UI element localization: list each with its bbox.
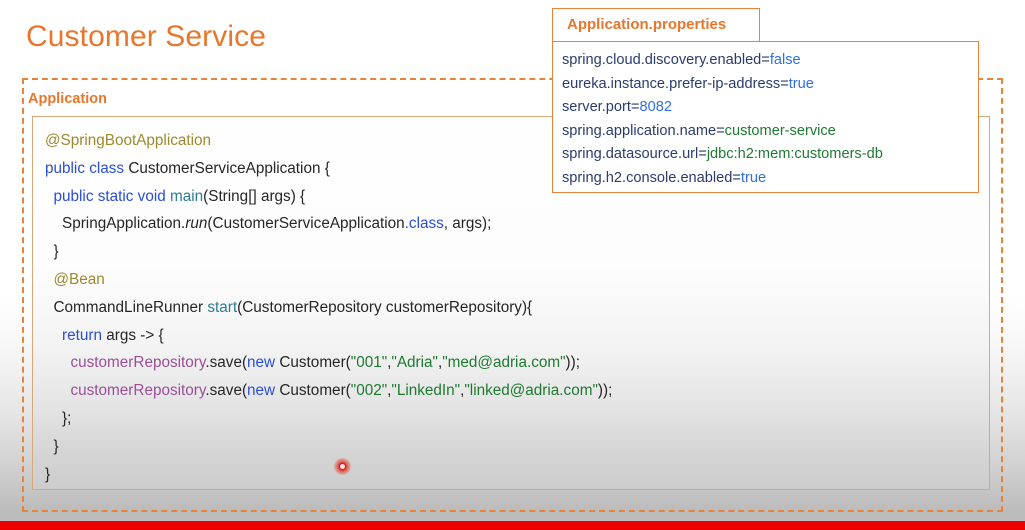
laser-pointer-dot-icon bbox=[334, 458, 351, 475]
code-line: public static void main(String[] args) { bbox=[53, 187, 306, 205]
code-line: SpringApplication.run(CustomerServiceApp… bbox=[45, 215, 492, 233]
code-line: customerRepository.save(new Customer("00… bbox=[70, 354, 581, 372]
code-line: customerRepository.save(new Customer("00… bbox=[70, 382, 613, 400]
properties-callout-title: Application.properties bbox=[567, 16, 727, 33]
code-line: return args -> { bbox=[62, 326, 164, 344]
code-line: spring.application.name=customer-service bbox=[562, 122, 836, 139]
code-line: spring.datasource.url=jdbc:h2:mem:custom… bbox=[562, 146, 883, 163]
code-line: spring.cloud.discovery.enabled=false bbox=[562, 52, 801, 68]
page-title: Customer Service bbox=[26, 20, 267, 53]
code-listing: @SpringBootApplication public class Custo… bbox=[45, 127, 612, 488]
code-line: } bbox=[45, 243, 59, 261]
code-line: } bbox=[45, 437, 59, 455]
application-boundary-label: Application bbox=[28, 91, 107, 107]
properties-listing: spring.cloud.discovery.enabled=false eure… bbox=[562, 49, 883, 191]
code-line: CommandLineRunner start(CustomerReposito… bbox=[45, 298, 533, 316]
code-line: spring.h2.console.enabled=true bbox=[562, 169, 767, 186]
code-line: server.port=8082 bbox=[562, 99, 672, 116]
laser-pointer-core bbox=[340, 464, 345, 469]
code-line: public class CustomerServiceApplication … bbox=[45, 159, 330, 177]
code-line: } bbox=[45, 465, 51, 483]
properties-callout-tab: Application.properties bbox=[552, 8, 760, 42]
code-line: @Bean bbox=[53, 270, 105, 288]
code-line: @SpringBootApplication bbox=[45, 132, 212, 149]
properties-callout-body: spring.cloud.discovery.enabled=false eure… bbox=[552, 41, 979, 193]
slide-canvas: Customer Service Application @SpringBoot… bbox=[0, 0, 1025, 530]
bottom-accent-bar bbox=[0, 521, 1025, 530]
code-line: eureka.instance.prefer-ip-address=true bbox=[562, 75, 814, 92]
code-line: }; bbox=[45, 409, 72, 427]
